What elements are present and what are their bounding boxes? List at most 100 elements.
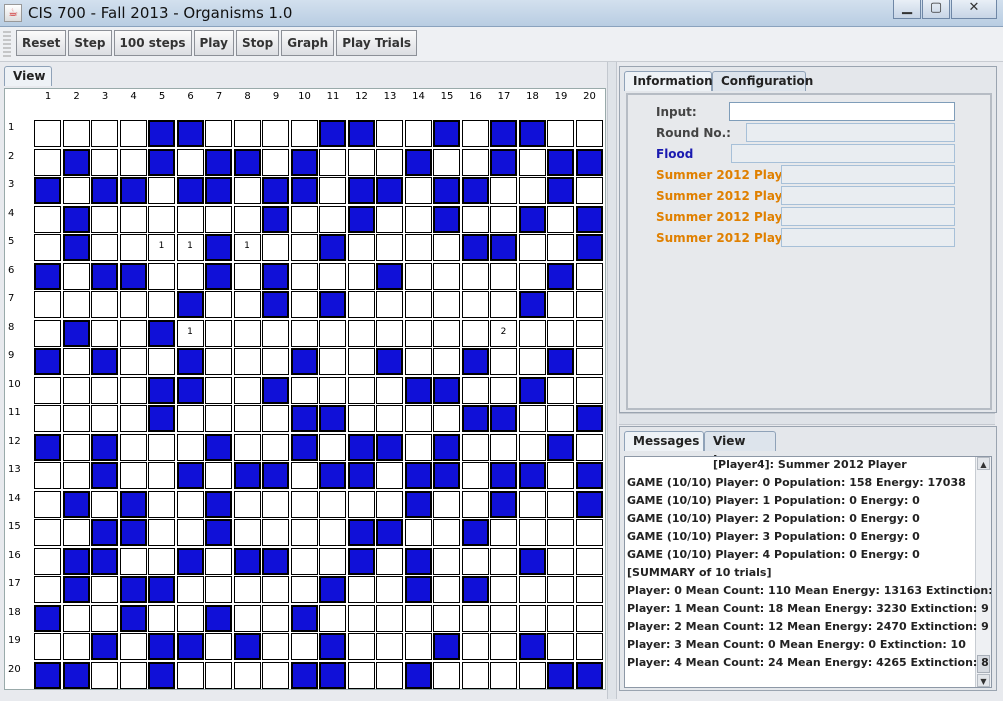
organism-cell — [91, 633, 118, 660]
maximize-icon[interactable]: ▢ — [922, 0, 950, 19]
empty-cell — [547, 376, 574, 404]
input-field[interactable] — [729, 102, 955, 121]
messages-list: ▲ ▼ [Player4]: Summer 2012 Player GAME (1… — [624, 456, 992, 688]
empty-cell — [290, 205, 318, 233]
tab-configuration[interactable]: Configuration — [712, 71, 813, 91]
empty-cell — [461, 633, 489, 660]
reset-button[interactable]: Reset — [16, 30, 67, 56]
empty-cell — [376, 376, 403, 404]
empty-cell — [205, 319, 232, 347]
organism-cell — [176, 376, 204, 404]
tab-view[interactable]: View — [4, 66, 52, 86]
organism-cell — [490, 462, 517, 489]
organism-cell — [62, 148, 90, 176]
organism-cell — [205, 262, 232, 290]
tab-view-log[interactable]: View Log — [704, 431, 776, 467]
empty-cell — [347, 234, 375, 261]
empty-cell — [376, 234, 403, 261]
player-label: Summer 2012 Player — [656, 231, 797, 245]
horizontal-split-divider[interactable] — [619, 413, 995, 425]
empty-cell — [347, 576, 375, 603]
empty-cell — [91, 319, 118, 347]
split-pane-divider[interactable] — [607, 62, 617, 699]
organism-cell — [176, 177, 204, 204]
tab-messages[interactable]: Messages — [624, 431, 704, 451]
message-line: GAME (10/10) Player: 1 Population: 0 Ene… — [627, 494, 920, 507]
empty-cell — [490, 376, 517, 404]
organism-cell — [319, 576, 346, 603]
empty-cell — [233, 661, 261, 689]
organism-cell — [347, 177, 375, 204]
play-button[interactable]: Play — [193, 30, 234, 56]
organism-cell — [91, 177, 118, 204]
messages-scrollbar[interactable]: ▲ ▼ — [975, 457, 991, 687]
empty-cell — [34, 376, 61, 404]
empty-cell — [319, 177, 346, 204]
empty-cell — [347, 319, 375, 347]
organism-cell — [62, 576, 90, 603]
empty-cell — [518, 519, 546, 546]
100-steps-button[interactable]: 100 steps — [113, 30, 192, 56]
empty-cell — [148, 177, 175, 204]
empty-cell — [461, 661, 489, 689]
empty-cell — [575, 633, 603, 660]
toolbar-grip-icon[interactable] — [3, 31, 11, 57]
empty-cell — [34, 462, 61, 489]
empty-cell — [148, 490, 175, 518]
scroll-up-icon[interactable]: ▲ — [977, 457, 990, 470]
empty-cell — [433, 661, 460, 689]
empty-cell — [490, 177, 517, 204]
organism-cell — [148, 319, 175, 347]
column-label: 17 — [497, 91, 511, 102]
organism-cell — [347, 519, 375, 546]
scroll-down-icon[interactable]: ▼ — [977, 674, 990, 687]
organism-cell — [62, 490, 90, 518]
empty-cell — [262, 661, 289, 689]
organism-cell — [205, 490, 232, 518]
empty-cell — [490, 576, 517, 603]
empty-cell — [490, 519, 517, 546]
organism-cell — [62, 547, 90, 575]
empty-cell — [461, 262, 489, 290]
organism-cell — [176, 120, 204, 147]
empty-cell — [233, 205, 261, 233]
organism-cell — [404, 576, 432, 603]
empty-cell — [319, 433, 346, 461]
empty-cell — [148, 205, 175, 233]
empty-cell — [233, 319, 261, 347]
organism-cell — [404, 376, 432, 404]
minimize-icon[interactable]: ▁ — [893, 0, 921, 19]
tab-information[interactable]: Information — [624, 71, 713, 91]
organism-cell — [575, 234, 603, 261]
stop-button[interactable]: Stop — [235, 30, 280, 56]
step-button[interactable]: Step — [68, 30, 112, 56]
empty-cell — [404, 319, 432, 347]
empty-cell — [205, 547, 232, 575]
graph-button[interactable]: Graph — [281, 30, 335, 56]
organism-cell — [518, 547, 546, 575]
play-trials-button[interactable]: Play Trials — [336, 30, 418, 56]
empty-cell — [119, 376, 147, 404]
organism-cell — [91, 262, 118, 290]
empty-cell — [262, 490, 289, 518]
organism-cell — [347, 120, 375, 147]
organism-cell — [205, 148, 232, 176]
empty-cell — [404, 519, 432, 546]
empty-cell — [62, 462, 90, 489]
column-label: 2 — [73, 91, 80, 102]
organism-cell — [518, 120, 546, 147]
organism-cell — [575, 661, 603, 689]
organism-cell — [547, 148, 574, 176]
empty-cell — [376, 633, 403, 660]
empty-cell — [319, 262, 346, 290]
empty-cell — [233, 490, 261, 518]
empty-cell — [319, 490, 346, 518]
organism-cell — [34, 262, 61, 290]
organism-cell — [547, 262, 574, 290]
row-label: 3 — [8, 179, 15, 190]
empty-cell — [347, 490, 375, 518]
empty-cell — [404, 604, 432, 632]
close-icon[interactable]: ✕ — [951, 0, 997, 19]
column-label: 19 — [554, 91, 568, 102]
empty-cell — [433, 576, 460, 603]
